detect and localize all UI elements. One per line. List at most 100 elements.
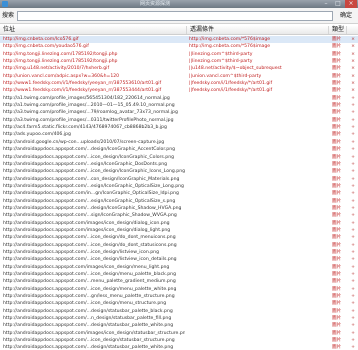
table-row[interactable]: http://androidappdocs.appspot.com/...sig…	[0, 212, 358, 219]
table-row[interactable]: http://androidappdocs.appspot.com/...ico…	[0, 271, 358, 278]
remove-icon[interactable]: +	[349, 249, 357, 256]
table-row[interactable]: http://androidappdocs.appspot.com/images…	[0, 264, 358, 271]
table-row[interactable]: http://androidappdocs.appspot.com/...men…	[0, 278, 358, 285]
remove-icon[interactable]: ×	[349, 58, 357, 65]
table-row[interactable]: http://androidappdocs.appspot.com/...ico…	[0, 168, 358, 175]
remove-icon[interactable]: ×	[349, 73, 357, 80]
remove-icon[interactable]: +	[349, 168, 357, 175]
table-row[interactable]: http://androidappdocs.appspot.com/...esi…	[0, 198, 358, 205]
table-row[interactable]: http://androidappdocs.appspot.com/...ico…	[0, 286, 358, 293]
table-row[interactable]: http://a1.twimg.com/profile_images/56545…	[0, 95, 358, 102]
table-row[interactable]: http://ac4.farm5.static.flickr.com/4143/…	[0, 124, 358, 131]
remove-icon[interactable]: +	[349, 264, 357, 271]
table-row[interactable]: http://androidappdocs.appspot.com/...con…	[0, 176, 358, 183]
table-row[interactable]: http://a1.twimg.com/profile_images/...20…	[0, 102, 358, 109]
remove-icon[interactable]: +	[349, 234, 357, 241]
column-header-source[interactable]: 透漏條件	[187, 26, 329, 34]
remove-icon[interactable]: +	[349, 227, 357, 234]
table-row[interactable]: http://androidappdocs.appspot.com/...des…	[0, 322, 358, 329]
remove-icon[interactable]: +	[349, 278, 357, 285]
remove-icon[interactable]: ×	[349, 65, 357, 72]
table-row[interactable]: http://androidappdocs.appspot.com/...des…	[0, 344, 358, 350]
table-row[interactable]: http://androidappdocs.appspot.com/...ico…	[0, 242, 358, 249]
table-row[interactable]: http://androidappdocs.appspot.com/...des…	[0, 308, 358, 315]
remove-icon[interactable]: +	[349, 271, 357, 278]
url-cell: http://a3.twimg.com/profile_images/...79…	[3, 110, 178, 116]
remove-icon[interactable]: +	[349, 161, 357, 168]
minimize-icon[interactable]: –	[320, 0, 332, 8]
table-row[interactable]: http://androidappdocs.appspot.com/...n_d…	[0, 315, 358, 322]
remove-icon[interactable]: +	[349, 176, 357, 183]
table-row[interactable]: http://a3.twimg.com/profile_images/...03…	[0, 117, 358, 124]
remove-icon[interactable]: ×	[349, 43, 357, 50]
type-cell: 圖片	[332, 330, 342, 336]
remove-icon[interactable]: +	[349, 256, 357, 263]
remove-icon[interactable]: ×	[349, 80, 357, 87]
remove-icon[interactable]: +	[349, 109, 357, 116]
remove-icon[interactable]: +	[349, 131, 357, 138]
remove-icon[interactable]: ×	[349, 87, 357, 94]
table-row[interactable]: http://androidappdocs.appspot.com/...des…	[0, 205, 358, 212]
table-row[interactable]: http://a3.twimg.com/profile_images/...79…	[0, 109, 358, 116]
table-row[interactable]: http://www1.feedsky.com/i/1/feedsky/yeey…	[0, 80, 358, 87]
table-row[interactable]: http://androidappdocs.appspot.com/...ico…	[0, 256, 358, 263]
table-row[interactable]: http://androidappdocs.appspot.com/images…	[0, 220, 358, 227]
table-row[interactable]: http://img.cnbeta.com/youdao576.gif http:…	[0, 43, 358, 50]
type-cell: 圖片	[332, 110, 342, 116]
table-row[interactable]: http://androidappdocs.appspot.com/...esi…	[0, 161, 358, 168]
table-row[interactable]: http://www1.feedsky.com/i/1/feedsky/yeey…	[0, 87, 358, 94]
remove-icon[interactable]: ×	[349, 51, 357, 58]
remove-icon[interactable]: +	[349, 117, 357, 124]
table-row[interactable]: http://androidappdocs.appspot.com/...ico…	[0, 300, 358, 307]
column-header-url[interactable]: 位址	[0, 26, 187, 34]
table-row[interactable]: http://img.u148.net/activity/2010/7/hxhe…	[0, 65, 358, 72]
table-row[interactable]: http://androidappdocs.appspot.com/...ico…	[0, 249, 358, 256]
table-row[interactable]: http://androidappdocs.appspot.com/...ico…	[0, 154, 358, 161]
table-row[interactable]: http://androidappdocs.appspot.com/...gn/…	[0, 293, 358, 300]
table-row[interactable]: http://androidappdocs.appspot.com/in...g…	[0, 190, 358, 197]
remove-icon[interactable]: +	[349, 198, 357, 205]
remove-icon[interactable]: +	[349, 154, 357, 161]
remove-icon[interactable]: +	[349, 205, 357, 212]
confirm-button[interactable]: 确定	[340, 11, 352, 20]
remove-icon[interactable]: +	[349, 308, 357, 315]
remove-icon[interactable]: +	[349, 322, 357, 329]
search-input[interactable]	[17, 11, 333, 21]
remove-icon[interactable]: +	[349, 330, 357, 337]
remove-icon[interactable]: +	[349, 337, 357, 344]
remove-icon[interactable]: +	[349, 183, 357, 190]
source-cell	[189, 322, 329, 329]
remove-icon[interactable]: +	[349, 315, 357, 322]
remove-icon[interactable]: +	[349, 102, 357, 109]
remove-icon[interactable]: +	[349, 146, 357, 153]
table-row[interactable]: http://androidappdocs.appspot.com/...ico…	[0, 337, 358, 344]
remove-icon[interactable]: +	[349, 293, 357, 300]
remove-icon[interactable]: +	[349, 286, 357, 293]
table-row[interactable]: http://img.tongji.linezing.com/1785192/t…	[0, 58, 358, 65]
table-row[interactable]: http://androidappdocs.appspot.com/...des…	[0, 146, 358, 153]
remove-icon[interactable]: +	[349, 242, 357, 249]
table-row[interactable]: http://androidappdocs.appspot.com/...ico…	[0, 234, 358, 241]
table-row[interactable]: http://union.vancl.com/adpic.aspx?w=360&…	[0, 73, 358, 80]
table-row[interactable]: http://androidappdocs.appspot.com/images…	[0, 227, 358, 234]
remove-icon[interactable]: ×	[349, 36, 357, 43]
table-row[interactable]: http://androidappdocs.appspot.com/images…	[0, 330, 358, 337]
remove-icon[interactable]: +	[349, 344, 357, 350]
remove-icon[interactable]: +	[349, 220, 357, 227]
table-row[interactable]: http://img.tongji.linezing.com/1785192/t…	[0, 51, 358, 58]
table-row[interactable]: http://img.cnbeta.com/Ico576.gif http://i…	[0, 36, 358, 44]
column-header-type[interactable]: 類型	[329, 26, 347, 34]
maximize-icon[interactable]: □	[332, 0, 344, 8]
source-cell	[189, 124, 329, 131]
close-icon[interactable]: ×	[345, 0, 357, 8]
search-label: 搜索	[2, 12, 15, 19]
remove-icon[interactable]: +	[349, 212, 357, 219]
remove-icon[interactable]: +	[349, 300, 357, 307]
remove-icon[interactable]: +	[349, 124, 357, 131]
table-row[interactable]: http://android.google.cn/wp-con...upload…	[0, 139, 358, 146]
remove-icon[interactable]: +	[349, 190, 357, 197]
table-row[interactable]: http://androidappdocs.appspot.com/...esi…	[0, 183, 358, 190]
table-row[interactable]: http://ads.yupoo.com/406.jpg 圖片 +	[0, 131, 358, 138]
remove-icon[interactable]: +	[349, 139, 357, 146]
remove-icon[interactable]: +	[349, 95, 357, 102]
